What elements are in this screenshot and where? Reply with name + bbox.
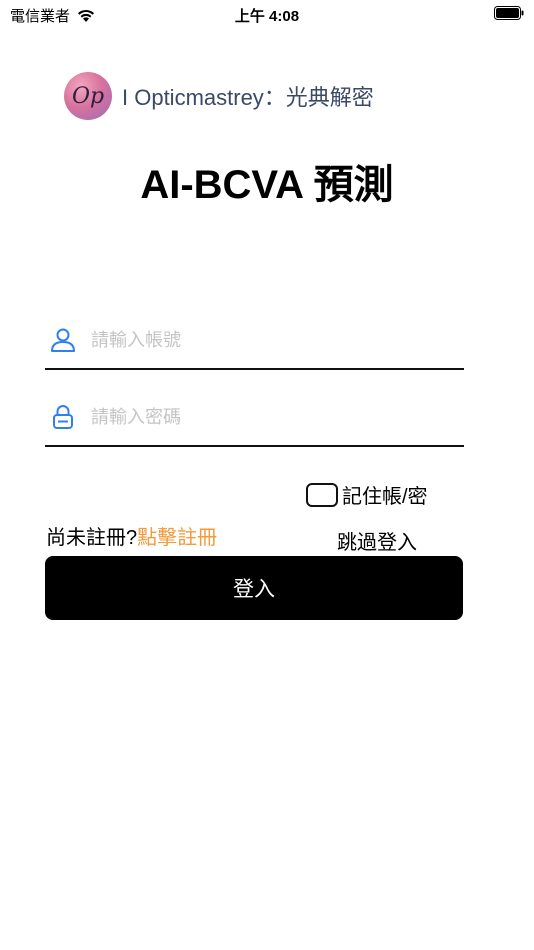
app-logo: Op: [64, 72, 112, 120]
battery-icon: [494, 6, 524, 20]
brand-name: I Opticmastrey：光典解密: [122, 85, 374, 110]
login-button[interactable]: 登入: [45, 556, 463, 620]
register-link[interactable]: 點擊註冊: [137, 527, 217, 549]
logo-text: Op: [71, 83, 105, 109]
page-title: AI-BCVA 預測: [140, 163, 394, 207]
username-row: [45, 314, 464, 370]
lock-icon: [53, 405, 73, 429]
not-registered-text: 尚未註冊?: [46, 527, 138, 549]
remember-label: 記住帳/密: [342, 486, 428, 508]
user-icon: [51, 328, 75, 352]
password-input[interactable]: [91, 401, 451, 433]
username-input[interactable]: [91, 324, 451, 356]
register-prompt: 尚未註冊?點擊註冊: [46, 521, 217, 550]
status-bar: 電信業者 上午 4:08: [0, 0, 534, 28]
remember-credentials[interactable]: 記住帳/密: [306, 480, 428, 509]
password-row: [45, 391, 464, 447]
brand-header: Op I Opticmastrey：光典解密: [64, 72, 374, 120]
skip-login-link[interactable]: 跳過登入: [337, 526, 417, 555]
remember-checkbox[interactable]: [306, 482, 338, 507]
status-time: 上午 4:08: [234, 8, 300, 25]
